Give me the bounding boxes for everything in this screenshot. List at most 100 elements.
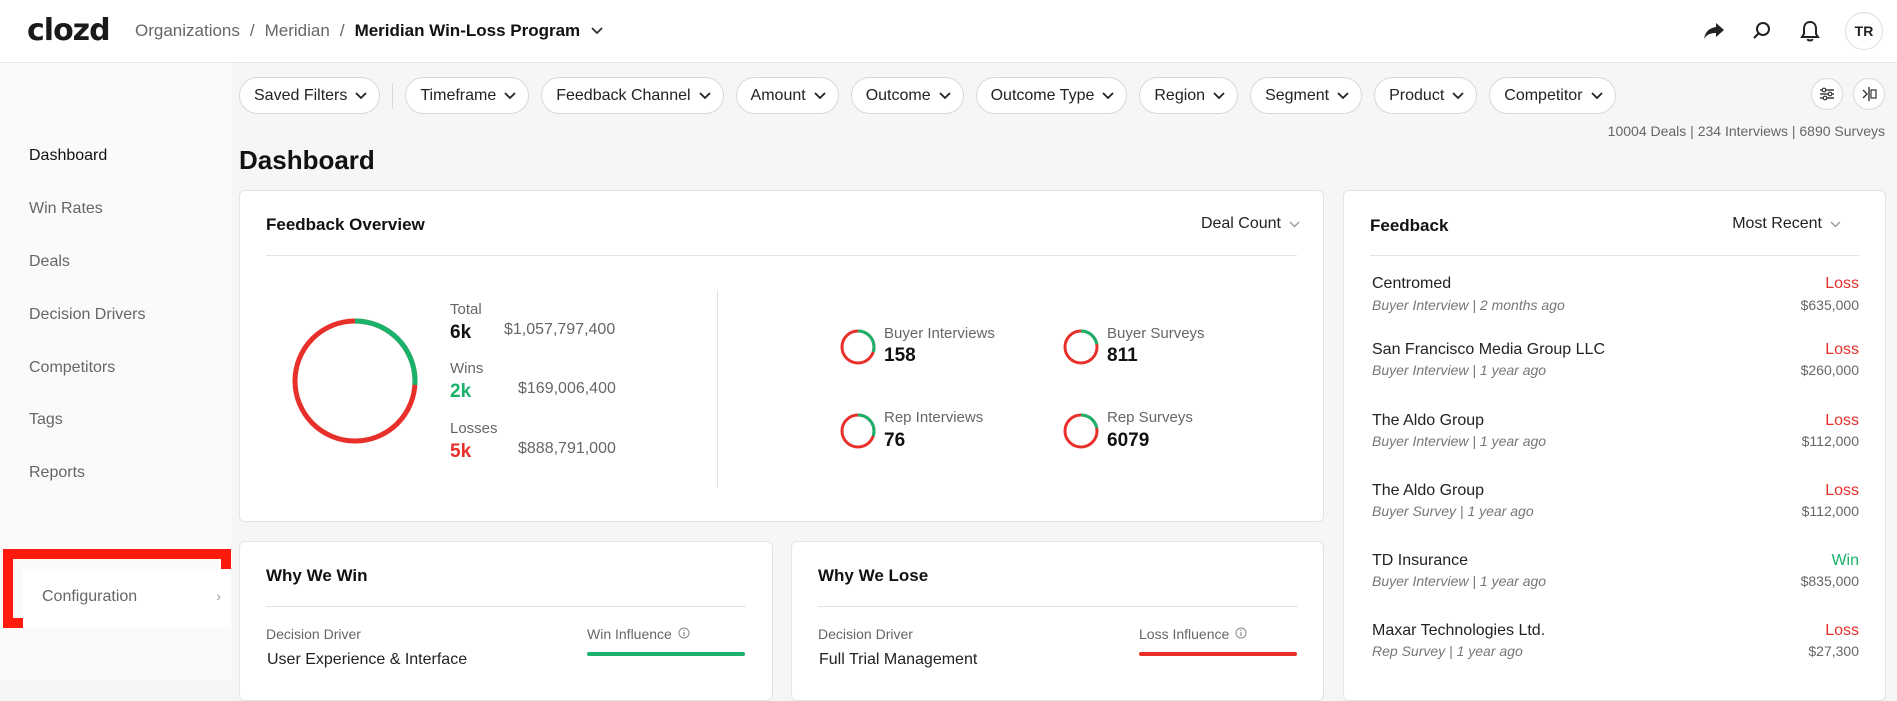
deal-amount: $635,000 [1800, 297, 1859, 313]
feedback-time: 1 year ago [1479, 433, 1547, 449]
chevron-down-icon [1452, 91, 1464, 99]
why-we-win-card [239, 541, 773, 701]
sidebar-item-tags[interactable]: Tags [29, 411, 63, 429]
chevron-down-icon [355, 91, 368, 99]
card-title: Why We Win [266, 566, 368, 585]
column-header: Decision Driver [266, 626, 361, 642]
sidebar-item-deals[interactable]: Deals [29, 253, 70, 271]
filter-outcome-type[interactable]: Outcome Type [975, 77, 1128, 114]
user-avatar[interactable]: TR [1845, 12, 1883, 50]
filter-saved-filters[interactable]: Saved Filters [239, 77, 381, 114]
card-title: Feedback Overview [266, 215, 425, 234]
filter-actions [1811, 78, 1885, 110]
outcome-badge: Loss [1825, 622, 1859, 639]
filter-outcome[interactable]: Outcome [850, 77, 964, 114]
company-name: The Aldo Group [1372, 482, 1485, 499]
sort-dropdown[interactable]: Most Recent [1732, 215, 1841, 233]
wins-label: Wins [450, 360, 484, 377]
divider [266, 606, 746, 607]
deal-amount: $260,000 [1800, 362, 1859, 378]
outcome-badge: Win [1831, 552, 1859, 569]
breadcrumb-organizations[interactable]: Organizations [135, 21, 240, 41]
sidebar-item-decision-drivers[interactable]: Decision Drivers [29, 306, 145, 324]
filter-competitor[interactable]: Competitor [1489, 77, 1616, 114]
channel-value: 158 [884, 345, 916, 366]
divider [1370, 255, 1859, 256]
filter-region[interactable]: Region [1139, 77, 1239, 114]
filter-label: Segment [1265, 86, 1330, 104]
sidebar-item-reports[interactable]: Reports [29, 464, 85, 482]
losses-count: 5k [450, 441, 472, 462]
channel-donut-icon [840, 413, 876, 449]
feedback-meta: Buyer Interview | 1 year ago [1372, 362, 1546, 378]
channel-value: 811 [1107, 345, 1138, 366]
feedback-time: 2 months ago [1479, 297, 1565, 313]
sidebar-item-configuration[interactable]: Configuration › [23, 569, 231, 628]
card-title: Why We Lose [818, 566, 929, 585]
breadcrumb-separator: / [249, 21, 255, 40]
info-icon[interactable] [1235, 626, 1247, 642]
info-icon[interactable] [678, 626, 690, 642]
filter-timeframe[interactable]: Timeframe [405, 77, 530, 114]
chevron-down-icon[interactable] [590, 21, 604, 41]
filter-label: Feedback Channel [556, 86, 691, 104]
feedback-meta: Buyer Interview | 1 year ago [1372, 433, 1546, 449]
breadcrumb-meridian[interactable]: Meridian [265, 21, 330, 41]
breadcrumb: Organizations / Meridian / Meridian Win-… [135, 21, 604, 41]
meta-separator: | [1468, 362, 1480, 378]
feedback-type: Rep Survey [1372, 643, 1446, 659]
filter-segment[interactable]: Segment [1250, 77, 1363, 114]
filter-label: Product [1389, 86, 1445, 104]
share-icon[interactable] [1701, 18, 1727, 44]
meta-separator: | [1456, 503, 1468, 519]
chevron-down-icon [938, 91, 951, 99]
influence-bar [587, 652, 745, 656]
breadcrumb-program[interactable]: Meridian Win-Loss Program [355, 21, 581, 41]
filter-label: Outcome [865, 86, 931, 104]
column-header: Loss Influence [1139, 626, 1247, 642]
divider [266, 255, 1297, 256]
app-logo[interactable]: clozd [27, 13, 111, 48]
channel-label: Rep Surveys [1107, 409, 1193, 426]
channel-donut-icon [840, 329, 876, 365]
sidebar-item-competitors[interactable]: Competitors [29, 359, 115, 377]
feedback-time: 1 year ago [1467, 503, 1534, 519]
driver-name[interactable]: User Experience & Interface [267, 651, 467, 669]
driver-name[interactable]: Full Trial Management [819, 651, 977, 669]
company-name: The Aldo Group [1372, 412, 1485, 429]
sidebar-item-win-rates[interactable]: Win Rates [29, 200, 103, 218]
channel-donut-icon [1063, 413, 1099, 449]
filter-label: Region [1154, 86, 1206, 104]
outcome-donut-chart [292, 318, 418, 444]
chevron-down-icon [1213, 91, 1225, 99]
sidebar-item-label: Configuration [42, 588, 138, 605]
filter-label: Competitor [1504, 86, 1583, 104]
card-title: Feedback [1370, 216, 1449, 235]
feedback-type: Buyer Survey [1372, 503, 1457, 519]
column-header: Decision Driver [818, 626, 913, 642]
page-title: Dashboard [239, 145, 375, 175]
sidebar-item-dashboard[interactable]: Dashboard [29, 147, 107, 165]
meta-separator: | [1445, 643, 1457, 659]
channel-label: Rep Interviews [884, 409, 984, 426]
compare-icon[interactable] [1853, 78, 1885, 110]
chevron-down-icon [1102, 91, 1115, 99]
feedback-type: Buyer Interview [1372, 297, 1469, 313]
company-name: Maxar Technologies Ltd. [1372, 622, 1546, 639]
bell-icon[interactable] [1797, 18, 1823, 44]
search-icon[interactable] [1749, 18, 1775, 44]
filter-amount[interactable]: Amount [735, 77, 839, 114]
deal-amount: $112,000 [1801, 433, 1859, 449]
feedback-type: Buyer Interview [1372, 362, 1469, 378]
divider [818, 606, 1298, 607]
filter-feedback-channel[interactable]: Feedback Channel [541, 77, 724, 114]
outcome-badge: Loss [1825, 275, 1859, 292]
deal-amount: $112,000 [1801, 503, 1859, 519]
sliders-icon[interactable] [1811, 78, 1843, 110]
divider [717, 290, 718, 488]
divider [392, 82, 394, 109]
metric-dropdown[interactable]: Deal Count [1201, 215, 1300, 233]
filter-product[interactable]: Product [1374, 77, 1478, 114]
meta-separator: | [1468, 297, 1480, 313]
meta-separator: | [1468, 433, 1480, 449]
